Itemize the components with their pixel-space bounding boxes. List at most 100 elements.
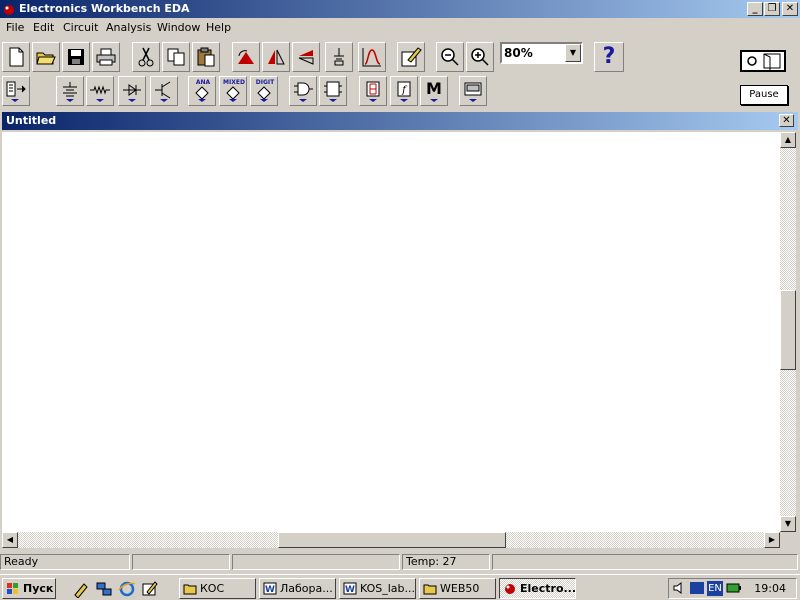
logic-gates-bin-button[interactable] (289, 76, 317, 106)
menu-help[interactable]: Help (206, 21, 231, 34)
print-button[interactable] (92, 42, 120, 72)
close-button[interactable]: ✕ (782, 2, 798, 16)
new-button[interactable] (2, 42, 30, 72)
scroll-up-icon[interactable]: ▲ (780, 132, 796, 148)
taskbar-item-electronics[interactable]: Electro... (499, 578, 576, 599)
menu-file[interactable]: File (6, 21, 24, 34)
zoom-value: 80% (504, 46, 533, 60)
restore-button[interactable]: ❐ (764, 2, 780, 16)
menu-edit[interactable]: Edit (33, 21, 54, 34)
taskbar-item-labora[interactable]: W Лабора... (259, 578, 336, 599)
xerox-tray-icon[interactable] (689, 581, 705, 595)
new-file-icon (9, 47, 24, 67)
document-title: Untitled (6, 114, 57, 127)
instruments-bin-button[interactable] (459, 76, 487, 106)
copy-button[interactable] (162, 42, 190, 72)
indicators-bin-button[interactable] (359, 76, 387, 106)
quicklaunch-pen-icon[interactable] (72, 580, 90, 598)
status-state: Ready (0, 554, 130, 570)
flip-horizontal-icon (268, 49, 285, 65)
scroll-right-icon[interactable]: ▶ (764, 532, 780, 548)
taskbar-item-kos[interactable]: КОС (179, 578, 256, 599)
word-document-icon: W (263, 582, 277, 595)
svg-text:W: W (265, 585, 275, 595)
copy-icon (167, 48, 185, 66)
menu-window[interactable]: Window (157, 21, 200, 34)
transistors-bin-button[interactable] (150, 76, 178, 106)
flip-vertical-button[interactable] (292, 42, 320, 72)
zoom-select[interactable]: 80% ▼ (500, 42, 583, 64)
scroll-down-icon[interactable]: ▼ (780, 516, 796, 532)
zoom-out-button[interactable] (436, 42, 464, 72)
status-panel-empty-1 (132, 554, 230, 570)
flip-vertical-icon (298, 50, 314, 65)
save-button[interactable] (62, 42, 90, 72)
analog-ics-bin-button[interactable]: ANA (188, 76, 216, 106)
system-tray: EN 19:04 (668, 578, 797, 599)
battery-tray-icon[interactable] (726, 582, 742, 594)
quicklaunch-desktop-icon[interactable] (141, 580, 159, 598)
pencil-note-icon (401, 47, 422, 67)
vertical-scroll-thumb[interactable] (780, 290, 796, 370)
vertical-scrollbar[interactable]: ▲ ▼ (780, 132, 796, 532)
component-properties-icon (334, 48, 344, 66)
seven-segment-icon (366, 81, 380, 102)
flip-horizontal-button[interactable] (262, 42, 290, 72)
transistor-icon (155, 81, 171, 102)
menu-analysis[interactable]: Analysis (106, 21, 151, 34)
taskbar-item-web50[interactable]: WEB50 (419, 578, 496, 599)
clock: 19:04 (754, 582, 786, 595)
resistor-icon (90, 85, 110, 102)
windows-logo-icon (7, 583, 18, 594)
circuit-canvas[interactable] (2, 132, 780, 532)
logic-gate-icon (294, 82, 313, 102)
description-button[interactable] (397, 42, 425, 72)
open-button[interactable] (32, 42, 60, 72)
zoom-in-button[interactable] (466, 42, 494, 72)
diode-icon (123, 84, 141, 102)
window-title: Electronics Workbench EDA (19, 2, 190, 15)
quicklaunch-network-icon[interactable] (95, 580, 113, 598)
component-properties-button[interactable] (325, 42, 353, 72)
internet-explorer-icon[interactable] (118, 580, 136, 598)
status-panel-empty-2 (232, 554, 400, 570)
diodes-bin-button[interactable] (118, 76, 146, 106)
instrument-icon (464, 82, 482, 102)
basic-bin-button[interactable] (86, 76, 114, 106)
zoom-out-icon (441, 48, 459, 66)
menu-circuit[interactable]: Circuit (63, 21, 98, 34)
rotate-button[interactable] (232, 42, 260, 72)
horizontal-scrollbar[interactable]: ◀ ▶ (2, 532, 780, 548)
status-panel-empty-3 (492, 554, 798, 570)
mixed-ics-bin-button[interactable]: MIXED (219, 76, 247, 106)
controls-bin-button[interactable]: f (390, 76, 418, 106)
battery-source-icon (63, 82, 77, 102)
scroll-left-icon[interactable]: ◀ (2, 532, 18, 548)
analog-ic-icon (195, 86, 209, 102)
minimize-button[interactable]: _ (747, 2, 763, 16)
power-switch[interactable] (740, 50, 786, 72)
favorites-bin-button[interactable] (2, 76, 30, 106)
chevron-down-icon[interactable]: ▼ (565, 44, 581, 62)
digital-bin-button[interactable] (319, 76, 347, 106)
menu-bar: File Edit Circuit Analysis Window Help (0, 18, 800, 38)
sources-bin-button[interactable] (56, 76, 84, 106)
paste-button[interactable] (192, 42, 220, 72)
pause-button[interactable]: Pause (740, 85, 788, 105)
cut-button[interactable] (132, 42, 160, 72)
language-indicator[interactable]: EN (707, 581, 723, 596)
miscellaneous-bin-button[interactable]: M (420, 76, 448, 106)
start-button[interactable]: Пуск (2, 578, 56, 599)
help-button[interactable]: ? (594, 42, 624, 72)
digital-ics-bin-button[interactable]: DIGIT (250, 76, 278, 106)
digital-ic-icon (257, 86, 271, 102)
document-close-button[interactable]: ✕ (779, 114, 794, 127)
circuit-document-window: Untitled ✕ ▲ ▼ ◀ ▶ (0, 112, 800, 550)
speaker-icon[interactable] (672, 581, 686, 595)
analysis-graphs-button[interactable] (358, 42, 386, 72)
power-switch-icon (747, 53, 781, 70)
taskbar-item-kos-lab[interactable]: W KOS_lab... (339, 578, 416, 599)
horizontal-scroll-thumb[interactable] (278, 532, 506, 548)
start-label: Пуск (23, 582, 54, 595)
graph-icon (362, 48, 381, 67)
